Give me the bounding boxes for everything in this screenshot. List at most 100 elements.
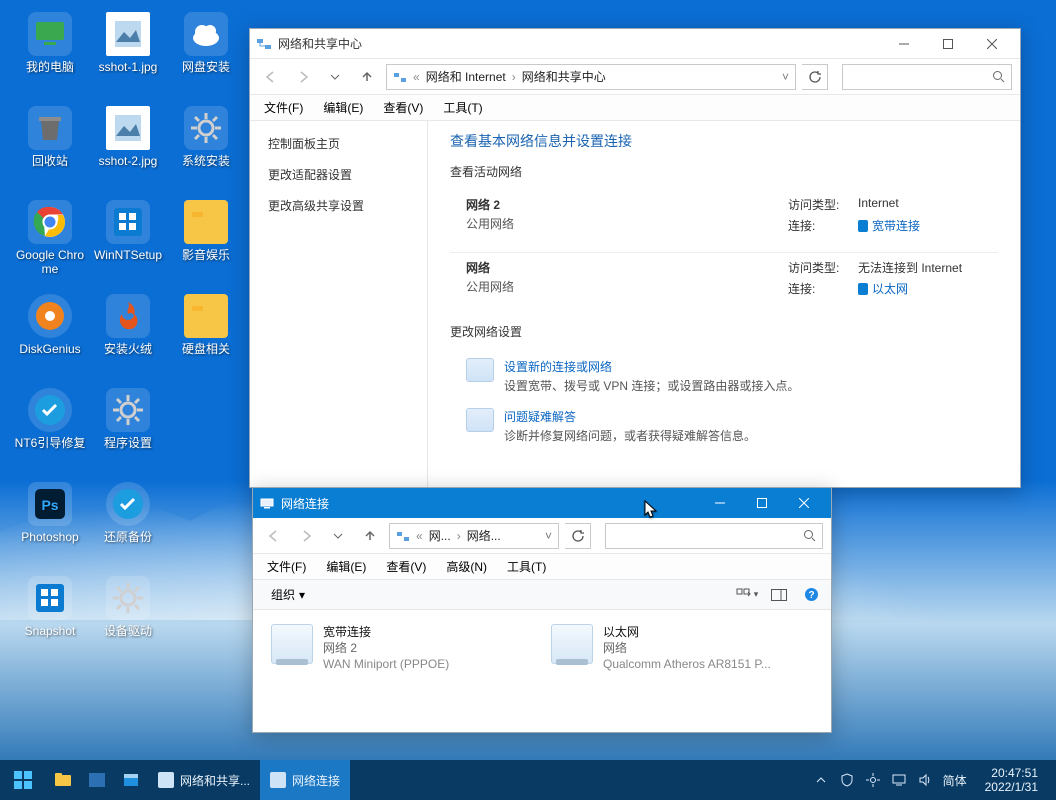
connection-item[interactable]: 以太网 网络 Qualcomm Atheros AR8151 P... — [551, 624, 791, 672]
volume-icon[interactable] — [917, 772, 933, 788]
desktop-icon[interactable]: PsPhotoshop — [12, 482, 88, 568]
network-type: 公用网络 — [466, 215, 788, 232]
menu-item[interactable]: 高级(N) — [438, 555, 495, 578]
chrome-icon — [28, 200, 72, 244]
desktop-icon[interactable]: 还原备份 — [90, 482, 166, 568]
sidepane-link[interactable]: 更改高级共享设置 — [268, 197, 409, 214]
change-setting-desc: 诊断并修复网络问题，或者获得疑难解答信息。 — [504, 427, 756, 444]
address-bar[interactable]: « 网... › 网络... ˅ — [389, 523, 559, 549]
connection-link[interactable]: 宽带连接 — [858, 217, 920, 234]
desktop-icon[interactable]: 影音娱乐 — [168, 200, 244, 286]
desktop-icon[interactable]: 回收站 — [12, 106, 88, 192]
forward-button[interactable] — [290, 64, 316, 90]
desktop-icon[interactable]: 我的电脑 — [12, 12, 88, 98]
menu-item[interactable]: 查看(V) — [378, 555, 434, 578]
task-icon — [270, 772, 286, 788]
change-setting-item: 问题疑难解答 诊断并修复网络问题，或者获得疑难解答信息。 — [450, 400, 998, 450]
titlebar[interactable]: 网络和共享中心 — [250, 29, 1020, 59]
address-bar[interactable]: « 网络和 Internet › 网络和共享中心 ˅ — [386, 64, 796, 90]
taskbar-pinned-app1[interactable] — [80, 760, 114, 800]
desktop-icon[interactable]: 网盘安装 — [168, 12, 244, 98]
sidepane-link[interactable]: 控制面板主页 — [268, 135, 409, 152]
start-button[interactable] — [0, 760, 46, 800]
desktop-icon[interactable]: 安装火绒 — [90, 294, 166, 380]
ime-indicator[interactable]: 简体 — [943, 772, 967, 789]
taskbar: 网络和共享...网络连接 简体 20:47:51 2022/1/31 — [0, 760, 1056, 800]
preview-pane-button[interactable] — [767, 584, 791, 606]
desktop-icon-label: 硬盘相关 — [182, 342, 230, 356]
menu-item[interactable]: 文件(F) — [259, 555, 314, 578]
menu-item[interactable]: 查看(V) — [375, 96, 431, 119]
close-button[interactable] — [970, 30, 1014, 58]
help-button[interactable]: ? — [799, 584, 823, 606]
access-value: Internet — [858, 196, 899, 213]
desktop-icon[interactable]: sshot-2.jpg — [90, 106, 166, 192]
taskbar-pinned-explorer[interactable] — [46, 760, 80, 800]
clock[interactable]: 20:47:51 2022/1/31 — [977, 762, 1046, 798]
change-setting-item: 设置新的连接或网络 设置宽带、拨号或 VPN 连接；或设置路由器或接入点。 — [450, 350, 998, 400]
desktop-icon[interactable]: sshot-1.jpg — [90, 12, 166, 98]
close-button[interactable] — [783, 489, 825, 517]
system-tray: 简体 20:47:51 2022/1/31 — [803, 760, 1056, 800]
back-button[interactable] — [258, 64, 284, 90]
search-box[interactable] — [842, 64, 1012, 90]
maximize-button[interactable] — [926, 30, 970, 58]
chevron-left-icon: « — [413, 70, 420, 84]
folder-icon — [184, 294, 228, 338]
access-label: 访问类型: — [788, 196, 848, 213]
tray-overflow-icon[interactable] — [813, 772, 829, 788]
titlebar[interactable]: 网络连接 — [253, 488, 831, 518]
change-setting-link[interactable]: 问题疑难解答 — [504, 408, 756, 425]
breadcrumb-item[interactable]: 网络... — [467, 527, 501, 544]
content-area: 查看基本网络信息并设置连接 查看活动网络 网络 2 公用网络 访问类型:Inte… — [428, 121, 1020, 487]
taskbar-pinned-app2[interactable] — [114, 760, 148, 800]
control-panel-icon — [393, 70, 407, 84]
desktop-icon[interactable]: 系统安装 — [168, 106, 244, 192]
refresh-button[interactable] — [802, 64, 828, 90]
desktop-icon[interactable]: 程序设置 — [90, 388, 166, 474]
history-dropdown[interactable] — [322, 64, 348, 90]
desktop-icon[interactable]: WinNTSetup — [90, 200, 166, 286]
access-value: 无法连接到 Internet — [858, 259, 962, 276]
back-button[interactable] — [261, 523, 287, 549]
organize-button[interactable]: 组织▾ — [261, 582, 315, 607]
minimize-button[interactable] — [882, 30, 926, 58]
taskbar-task[interactable]: 网络连接 — [260, 760, 350, 800]
view-options-button[interactable]: ▾ — [735, 584, 759, 606]
desktop-icon[interactable]: 硬盘相关 — [168, 294, 244, 380]
cloud-icon — [184, 12, 228, 56]
address-dropdown-icon[interactable]: ˅ — [545, 529, 552, 543]
refresh-button[interactable] — [565, 523, 591, 549]
menu-item[interactable]: 工具(T) — [435, 96, 490, 119]
desktop-icon[interactable]: 设备驱动 — [90, 576, 166, 662]
desktop-icon[interactable]: Google Chrome — [12, 200, 88, 286]
menu-item[interactable]: 编辑(E) — [318, 555, 374, 578]
breadcrumb-item[interactable]: 网络和共享中心 — [522, 68, 606, 85]
connection-item[interactable]: 宽带连接 网络 2 WAN Miniport (PPPOE) — [271, 624, 511, 672]
breadcrumb-item[interactable]: 网... — [429, 527, 451, 544]
desktop-icon[interactable]: DiskGenius — [12, 294, 88, 380]
network-tray-icon[interactable] — [891, 772, 907, 788]
desktop-icon[interactable]: NT6引导修复 — [12, 388, 88, 474]
taskbar-task[interactable]: 网络和共享... — [148, 760, 260, 800]
maximize-button[interactable] — [741, 489, 783, 517]
menu-item[interactable]: 编辑(E) — [315, 96, 371, 119]
desktop-icon-label: sshot-1.jpg — [99, 60, 158, 74]
up-button[interactable] — [357, 523, 383, 549]
address-dropdown-icon[interactable]: ˅ — [782, 70, 789, 84]
security-icon[interactable] — [839, 772, 855, 788]
settings-tray-icon[interactable] — [865, 772, 881, 788]
window-buttons — [882, 30, 1014, 58]
search-box[interactable] — [605, 523, 823, 549]
history-dropdown[interactable] — [325, 523, 351, 549]
breadcrumb-item[interactable]: 网络和 Internet — [426, 68, 506, 85]
connection-link[interactable]: 以太网 — [858, 280, 908, 297]
up-button[interactable] — [354, 64, 380, 90]
change-setting-link[interactable]: 设置新的连接或网络 — [504, 358, 799, 375]
forward-button[interactable] — [293, 523, 319, 549]
menu-item[interactable]: 工具(T) — [499, 555, 554, 578]
desktop-icon[interactable]: Snapshot — [12, 576, 88, 662]
minimize-button[interactable] — [699, 489, 741, 517]
menu-item[interactable]: 文件(F) — [256, 96, 311, 119]
sidepane-link[interactable]: 更改适配器设置 — [268, 166, 409, 183]
